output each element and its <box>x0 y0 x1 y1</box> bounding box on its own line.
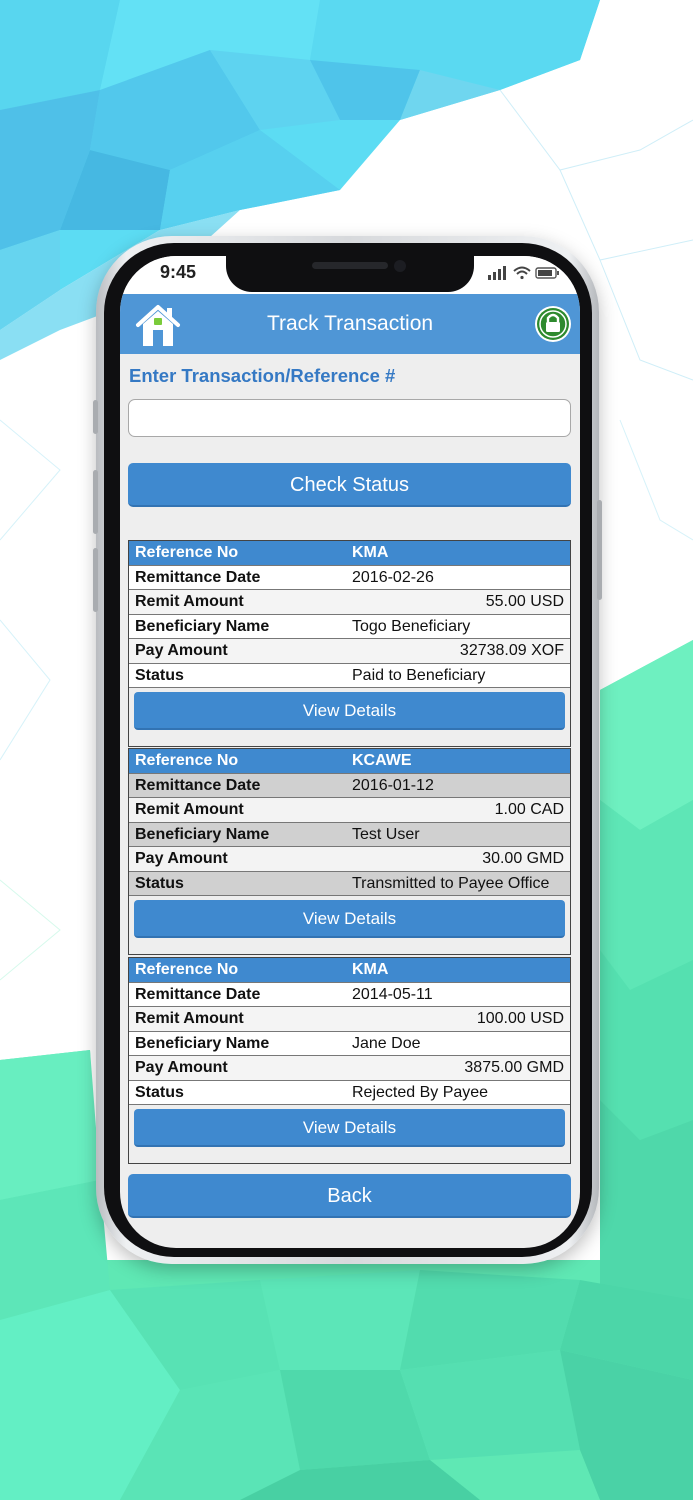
status-value: Rejected By Payee <box>352 1083 489 1101</box>
beneficiary-value: Test User <box>352 825 420 843</box>
status-bar: 9:45 <box>120 256 580 294</box>
beneficiary-label: Beneficiary Name <box>135 1034 270 1052</box>
date-label: Remittance Date <box>135 985 261 1003</box>
date-row: Remittance Date 2016-02-26 <box>129 565 570 590</box>
remit-amount-row: Remit Amount 55.00 USD <box>129 590 570 615</box>
speaker <box>312 262 388 269</box>
status-value: Paid to Beneficiary <box>352 666 486 684</box>
date-value: 2016-01-12 <box>352 776 434 794</box>
beneficiary-value: Jane Doe <box>352 1034 421 1052</box>
transaction-card: Reference No KMA Remittance Date 2014-05… <box>128 957 571 1164</box>
transaction-card: Reference No KMA Remittance Date 2016-02… <box>128 540 571 747</box>
back-button[interactable]: Back <box>128 1174 571 1218</box>
reference-label: Reference No <box>135 961 239 978</box>
reference-row: Reference No KMA <box>129 958 570 983</box>
status-icons <box>488 266 559 280</box>
remit-amount-label: Remit Amount <box>135 801 244 818</box>
notch <box>226 256 474 292</box>
status-label: Status <box>135 666 184 684</box>
remit-amount-value: 100.00 USD <box>476 1010 564 1027</box>
date-label: Remittance Date <box>135 776 261 794</box>
pay-amount-label: Pay Amount <box>135 850 228 867</box>
phone-side-button <box>597 500 602 600</box>
camera <box>394 260 406 272</box>
pay-amount-label: Pay Amount <box>135 1059 228 1076</box>
view-details-button[interactable]: View Details <box>134 692 565 730</box>
check-status-button[interactable]: Check Status <box>128 463 571 507</box>
pay-amount-row: Pay Amount 30.00 GMD <box>129 847 570 872</box>
pay-amount-value: 30.00 GMD <box>482 850 564 867</box>
signal-icon <box>488 266 506 280</box>
view-details-button[interactable]: View Details <box>134 1109 565 1147</box>
remit-amount-label: Remit Amount <box>135 1010 244 1027</box>
transaction-card: Reference No KCAWE Remittance Date 2016-… <box>128 748 571 955</box>
remit-amount-row: Remit Amount 1.00 CAD <box>129 798 570 823</box>
pay-amount-label: Pay Amount <box>135 642 228 659</box>
reference-row: Reference No KCAWE <box>129 749 570 774</box>
date-label: Remittance Date <box>135 568 261 586</box>
pay-amount-row: Pay Amount 3875.00 GMD <box>129 1056 570 1081</box>
app-header: Track Transaction <box>120 294 580 354</box>
beneficiary-value: Togo Beneficiary <box>352 617 471 635</box>
reference-input[interactable] <box>128 399 571 437</box>
reference-label: Reference No <box>135 544 239 561</box>
status-label: Status <box>135 874 184 892</box>
date-value: 2016-02-26 <box>352 568 434 586</box>
reference-row: Reference No KMA <box>129 541 570 566</box>
phone-volume-down <box>93 548 98 612</box>
status-row: Status Paid to Beneficiary <box>129 663 570 688</box>
reference-value: KMA <box>352 544 389 561</box>
remit-amount-row: Remit Amount 100.00 USD <box>129 1007 570 1032</box>
remit-amount-value: 55.00 USD <box>485 593 564 610</box>
status-label: Status <box>135 1083 184 1101</box>
status-value: Transmitted to Payee Office <box>352 874 550 892</box>
wifi-icon <box>513 266 531 280</box>
status-row: Status Rejected By Payee <box>129 1080 570 1105</box>
phone-screen: 9:45 Track Transaction Enter Transaction… <box>120 256 580 1248</box>
date-value: 2014-05-11 <box>352 985 433 1003</box>
beneficiary-label: Beneficiary Name <box>135 825 270 843</box>
reference-value: KMA <box>352 961 389 978</box>
remit-amount-value: 1.00 CAD <box>494 801 564 818</box>
home-icon[interactable] <box>132 302 184 348</box>
phone-silent-switch <box>93 400 98 434</box>
beneficiary-row: Beneficiary Name Togo Beneficiary <box>129 614 570 639</box>
battery-icon <box>535 267 559 279</box>
reference-value: KCAWE <box>352 752 412 769</box>
beneficiary-row: Beneficiary Name Test User <box>129 822 570 847</box>
pay-amount-value: 3875.00 GMD <box>464 1059 564 1076</box>
phone-volume-up <box>93 470 98 534</box>
reference-label: Reference No <box>135 752 239 769</box>
remit-amount-label: Remit Amount <box>135 593 244 610</box>
reference-label: Enter Transaction/Reference # <box>129 365 396 386</box>
date-row: Remittance Date 2016-01-12 <box>129 773 570 798</box>
pay-amount-value: 32738.09 XOF <box>459 642 564 659</box>
beneficiary-label: Beneficiary Name <box>135 617 270 635</box>
page-title: Track Transaction <box>266 312 434 335</box>
status-row: Status Transmitted to Payee Office <box>129 871 570 896</box>
date-row: Remittance Date 2014-05-11 <box>129 982 570 1007</box>
view-details-button[interactable]: View Details <box>134 900 565 938</box>
lock-icon[interactable] <box>534 305 572 343</box>
status-time: 9:45 <box>160 262 197 282</box>
pay-amount-row: Pay Amount 32738.09 XOF <box>129 639 570 664</box>
beneficiary-row: Beneficiary Name Jane Doe <box>129 1031 570 1056</box>
